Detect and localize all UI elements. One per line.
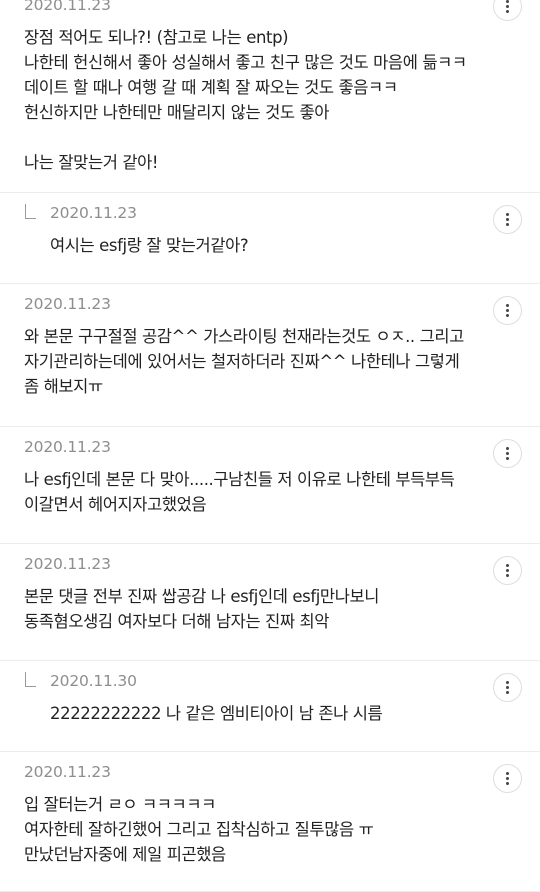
comment-date: 2020.11.23 [24,0,111,14]
reply-item: 2020.11.30 22222222222 나 같은 엠비티아이 남 존나 시… [0,661,540,752]
comment-date: 2020.11.23 [24,555,111,573]
comment-date: 2020.11.23 [24,295,111,313]
more-options-icon[interactable] [493,764,522,793]
comment-body: 장점 적어도 되나?! (참고로 나는 entp) 나한테 헌신해서 좋아 성실… [24,28,467,172]
more-options-icon[interactable] [493,205,522,234]
more-options-icon[interactable] [493,296,522,325]
more-options-icon[interactable] [493,0,522,21]
comment-body: 나 esfj인데 본문 다 맞아.....구남친들 저 이유로 나한테 부득부득… [24,470,455,514]
comment-body: 22222222222 나 같은 엠비티아이 남 존나 시름 [50,704,383,723]
comment-item: 2020.11.23 나 esfj인데 본문 다 맞아.....구남친들 저 이… [0,427,540,544]
comment-item: 2020.11.23 장점 적어도 되나?! (참고로 나는 entp) 나한테… [0,0,540,193]
comment-body: 와 본문 구구절절 공감^^ 가스라이팅 천재라는것도 ㅇㅈ.. 그리고 자기관… [24,327,464,396]
comment-date: 2020.11.23 [24,438,111,456]
reply-arrow-icon [25,204,36,219]
comment-body: 입 잘터는거 ㄹㅇ ㅋㅋㅋㅋㅋ 여자한테 잘하긴했어 그리고 집착심하고 질투많… [24,795,374,864]
more-options-icon[interactable] [493,556,522,585]
reply-arrow-icon [25,672,36,687]
more-options-icon[interactable] [493,439,522,468]
reply-item: 2020.11.23 여시는 esfj랑 잘 맞는거같아? [0,193,540,284]
comment-item: 2020.11.23 본문 댓글 전부 진짜 쌉공감 나 esfj인데 esfj… [0,544,540,661]
comment-body: 본문 댓글 전부 진짜 쌉공감 나 esfj인데 esfj만나보니 동족혐오생김… [24,587,380,631]
comment-date: 2020.11.23 [24,763,111,781]
comment-item: 2020.11.23 입 잘터는거 ㄹㅇ ㅋㅋㅋㅋㅋ 여자한테 잘하긴했어 그리… [0,752,540,892]
more-options-icon[interactable] [493,673,522,702]
comment-list: 2020.11.23 장점 적어도 되나?! (참고로 나는 entp) 나한테… [0,0,540,892]
comment-date: 2020.11.30 [50,672,137,690]
comment-date: 2020.11.23 [50,204,137,222]
comment-body: 여시는 esfj랑 잘 맞는거같아? [50,236,249,255]
comment-item: 2020.11.23 와 본문 구구절절 공감^^ 가스라이팅 천재라는것도 ㅇ… [0,284,540,427]
